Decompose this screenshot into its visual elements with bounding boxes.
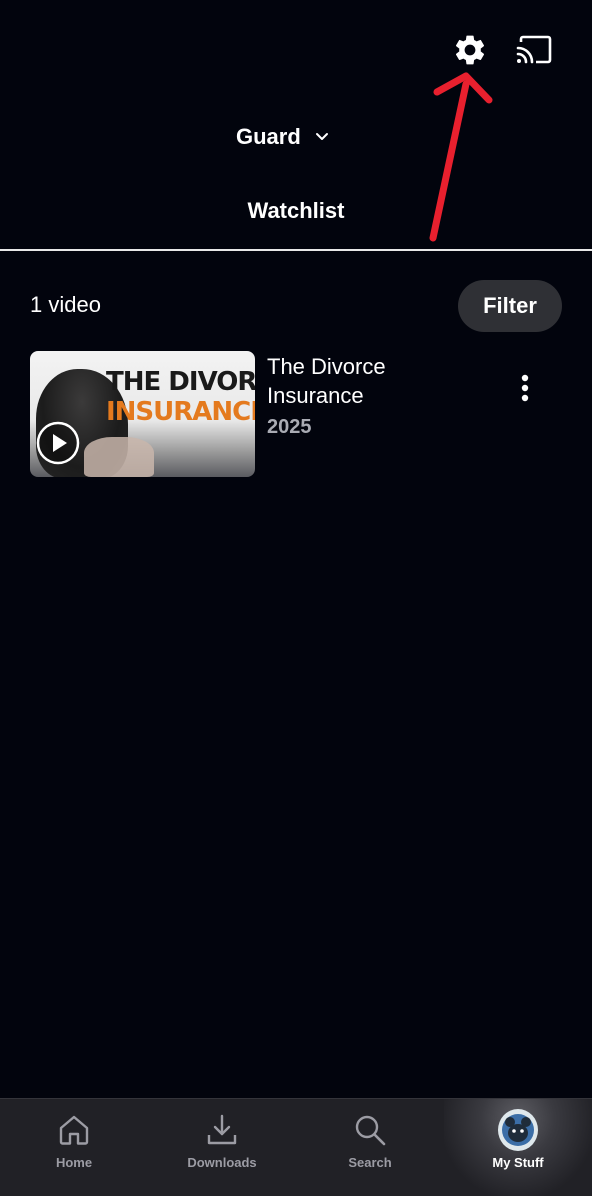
avatar [498, 1109, 538, 1151]
video-thumbnail[interactable]: THE DIVORCE INSURANCE [30, 351, 255, 477]
profile-name: Guard [236, 124, 301, 149]
list-item[interactable]: THE DIVORCE INSURANCE The Divorce Insura… [30, 350, 562, 478]
home-icon [54, 1110, 94, 1150]
video-count: 1 video [30, 292, 101, 317]
play-icon[interactable] [36, 421, 80, 465]
profile-avatar-icon [502, 1114, 534, 1146]
filter-button[interactable]: Filter [458, 280, 562, 332]
page-title: Watchlist [247, 198, 345, 223]
cast-icon [516, 35, 552, 64]
nav-label-search: Search [348, 1155, 392, 1170]
profile-switcher[interactable]: Guard [236, 118, 329, 156]
thumbnail-title-line1: THE DIVORCE [106, 367, 255, 397]
gear-icon [455, 35, 485, 65]
video-year: 2025 [267, 416, 312, 438]
nav-item-home[interactable]: Home [0, 1099, 148, 1196]
nav-label-downloads: Downloads [187, 1155, 257, 1170]
settings-button[interactable] [448, 28, 492, 72]
nav-item-downloads[interactable]: Downloads [148, 1099, 296, 1196]
nav-item-my-stuff[interactable]: My Stuff [444, 1099, 592, 1196]
nav-label-home: Home [55, 1155, 93, 1170]
thumbnail-title-line2: INSURANCE [106, 397, 255, 427]
bottom-nav: Home Downloads Search My Stuff [0, 1098, 592, 1196]
header-divider [0, 249, 592, 251]
download-icon [202, 1110, 242, 1150]
nav-item-search[interactable]: Search [296, 1099, 444, 1196]
chevron-down-icon [315, 133, 328, 140]
nav-label-my-stuff: My Stuff [492, 1155, 544, 1170]
thumbnail-face [84, 437, 154, 477]
more-vertical-icon [521, 374, 529, 402]
top-bar: Guard Watchlist [0, 0, 592, 250]
video-title[interactable]: The Divorce Insurance [267, 352, 457, 410]
cast-button[interactable] [510, 28, 558, 72]
search-icon [350, 1110, 390, 1150]
more-options-button[interactable] [510, 366, 540, 410]
